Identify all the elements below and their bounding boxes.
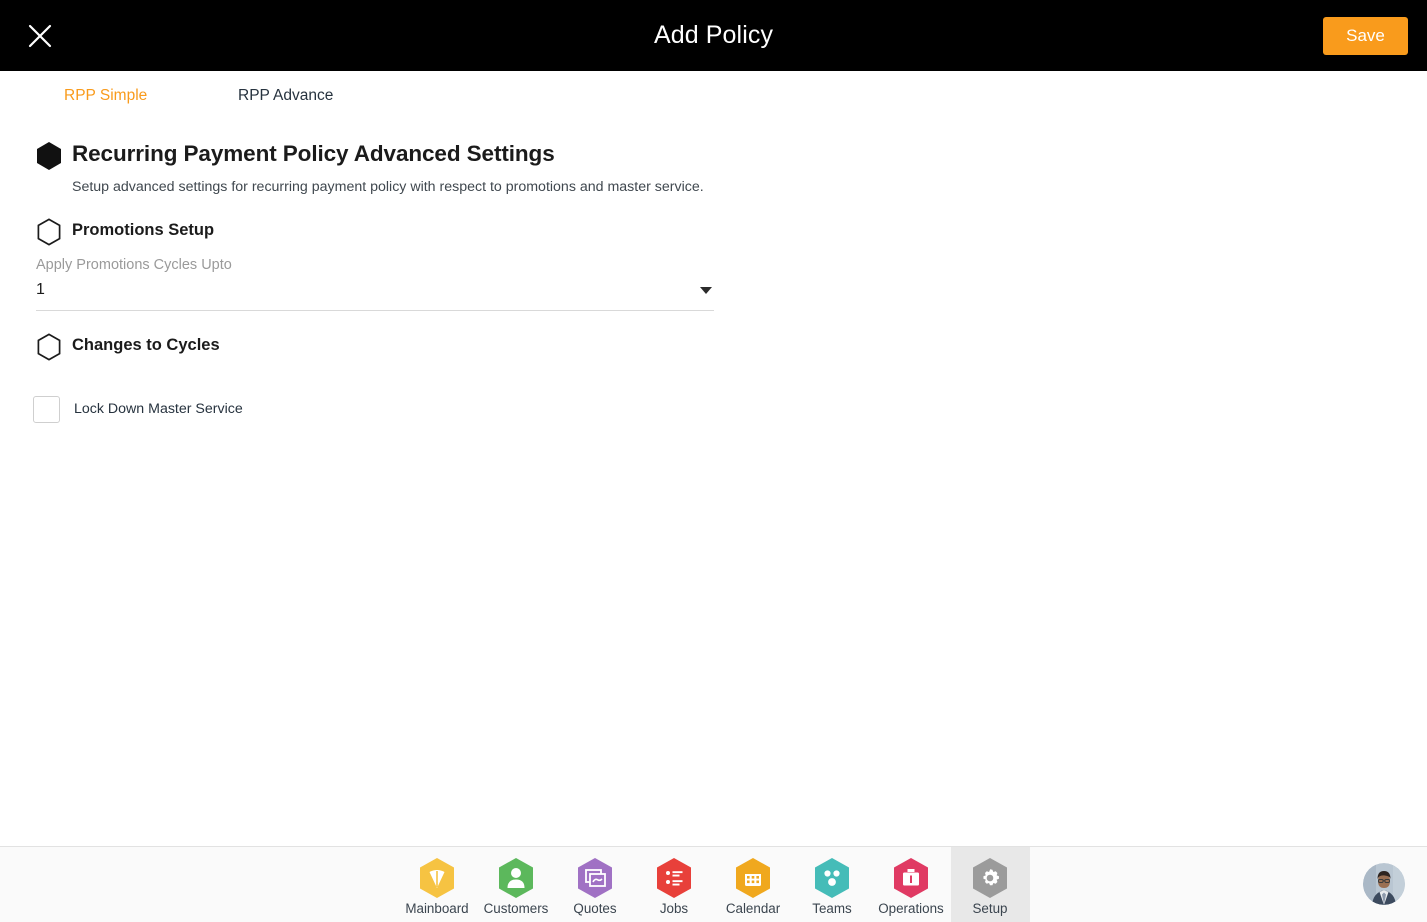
main-content: Recurring Payment Policy Advanced Settin…: [0, 123, 1427, 846]
lock-down-master-service-row[interactable]: Lock Down Master Service: [33, 395, 243, 423]
nav-item-mainboard[interactable]: Mainboard: [398, 847, 477, 922]
gear-icon: [970, 856, 1010, 900]
hexagon-filled-icon: [36, 141, 62, 171]
nav-item-calendar[interactable]: Calendar: [714, 847, 793, 922]
hexagon-outline-icon: [37, 218, 61, 246]
nav-item-jobs[interactable]: Jobs: [635, 847, 714, 922]
lock-down-master-service-checkbox[interactable]: [33, 395, 60, 423]
section-subtitle: Setup advanced settings for recurring pa…: [72, 179, 704, 195]
nav-item-teams[interactable]: Teams: [793, 847, 872, 922]
chevron-down-icon[interactable]: [700, 287, 712, 294]
save-button[interactable]: Save: [1323, 17, 1408, 55]
select-label: Apply Promotions Cycles Upto: [36, 257, 232, 273]
mainboard-icon: [417, 856, 457, 900]
quotes-icon: [575, 856, 615, 900]
bottom-navigation-bar: Mainboard Customers Quotes Jobs Calendar…: [0, 846, 1427, 922]
nav-label: Customers: [483, 901, 549, 916]
nav-item-customers[interactable]: Customers: [477, 847, 556, 922]
nav-item-setup[interactable]: Setup: [950, 847, 1030, 922]
person-icon: [496, 856, 536, 900]
top-app-bar: Add Policy Save: [0, 0, 1427, 71]
lock-down-master-service-label: Lock Down Master Service: [74, 401, 243, 417]
tab-bar: RPP Simple RPP Advance: [0, 71, 1427, 203]
briefcase-icon: [891, 856, 931, 900]
user-avatar[interactable]: [1363, 863, 1405, 905]
nav-label: Operations: [878, 901, 944, 916]
nav-label: Teams: [812, 901, 852, 916]
nav-item-quotes[interactable]: Quotes: [556, 847, 635, 922]
section-title: Recurring Payment Policy Advanced Settin…: [72, 141, 555, 166]
apply-promotions-cycles-upto-select[interactable]: Apply Promotions Cycles Upto 1: [36, 257, 714, 304]
page-title: Add Policy: [653, 21, 774, 49]
calendar-icon: [733, 856, 773, 900]
select-underline: [36, 310, 714, 311]
hexagon-outline-icon: [37, 333, 61, 361]
nav-label: Jobs: [659, 901, 689, 916]
bottom-nav-items: Mainboard Customers Quotes Jobs Calendar…: [0, 847, 1427, 922]
tab-rpp-advance[interactable]: RPP Advance: [238, 71, 333, 121]
nav-label: Calendar: [725, 901, 781, 916]
nav-label: Mainboard: [405, 901, 469, 916]
tab-rpp-simple[interactable]: RPP Simple: [64, 71, 147, 121]
nav-label: Setup: [972, 901, 1008, 916]
nav-label: Quotes: [573, 901, 617, 916]
group-heading-promotions-setup: Promotions Setup: [72, 221, 215, 239]
teams-icon: [812, 856, 852, 900]
nav-item-operations[interactable]: Operations: [872, 847, 951, 922]
group-heading-changes-to-cycles: Changes to Cycles: [72, 336, 220, 354]
select-value: 1: [36, 281, 45, 298]
list-icon: [654, 856, 694, 900]
